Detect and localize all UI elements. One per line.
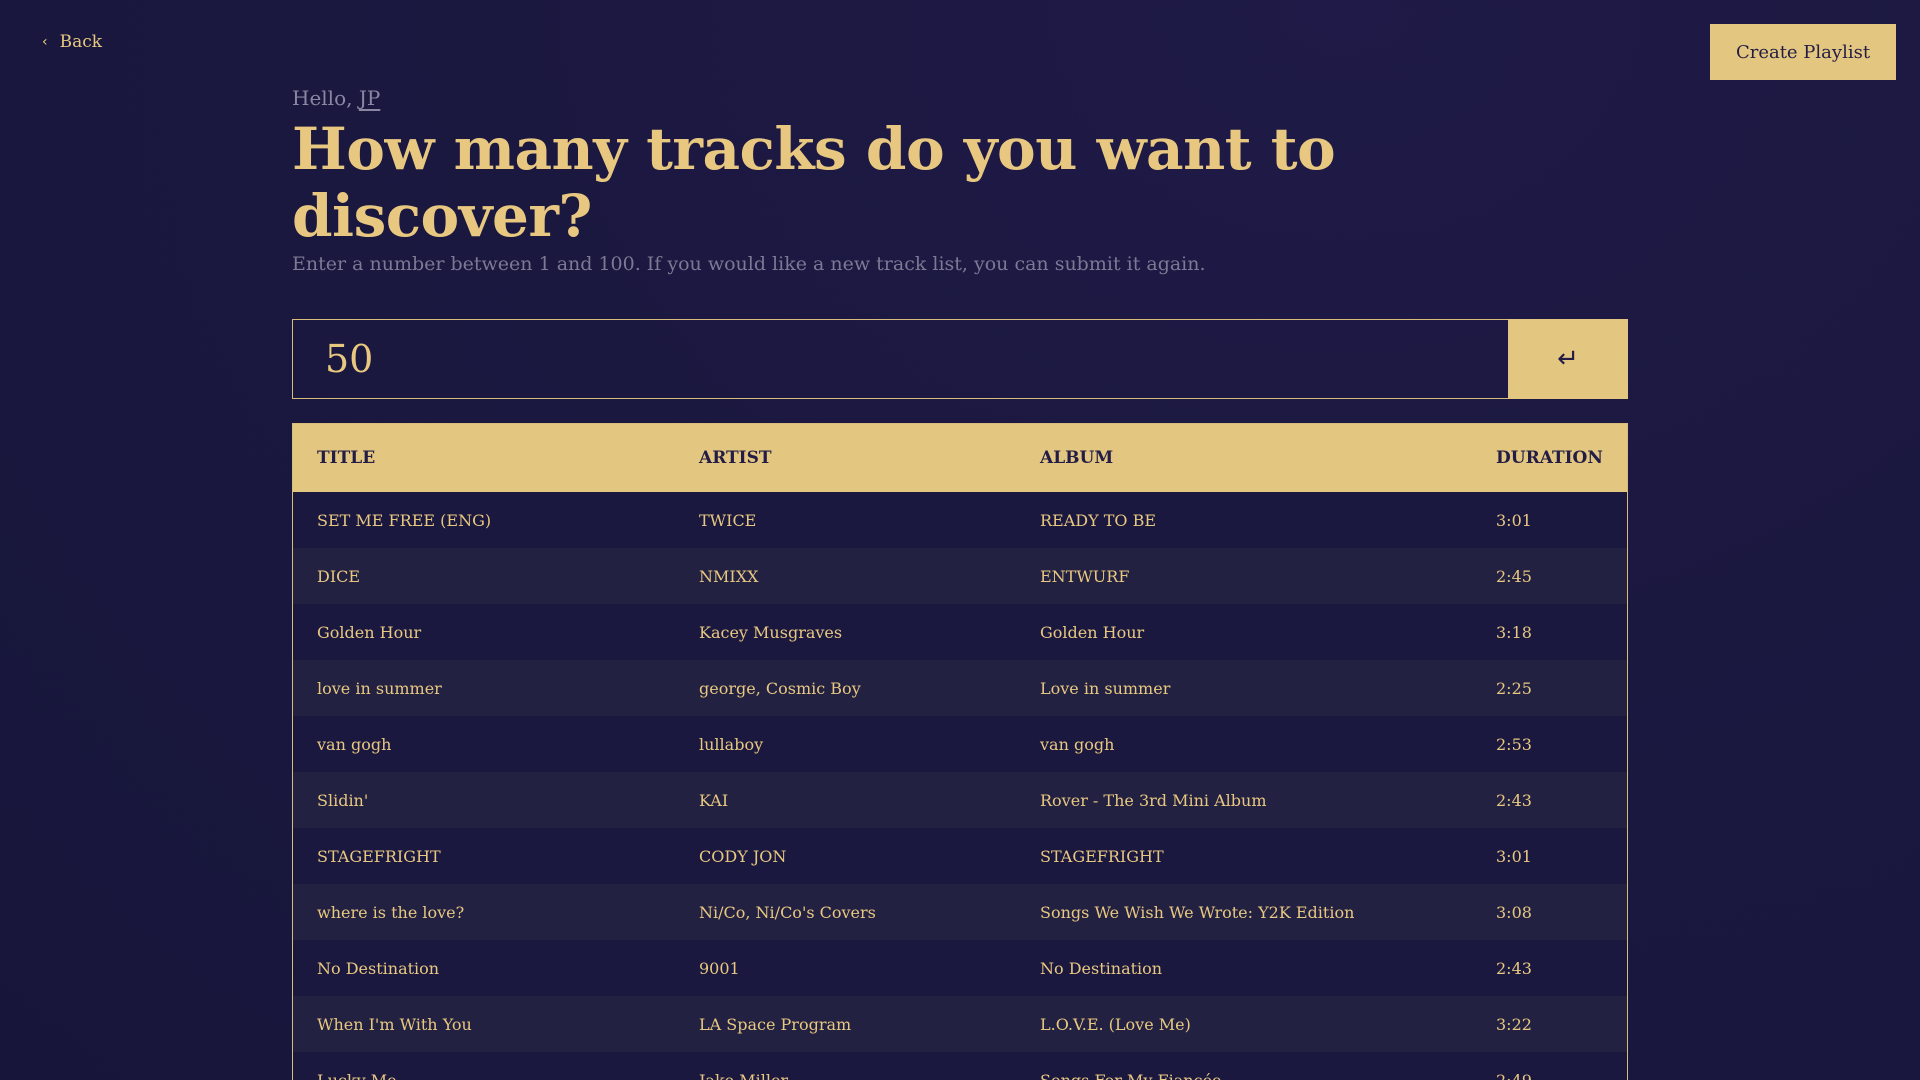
header-artist: ARTIST (699, 448, 772, 469)
cell-duration: 3:22 (1496, 1014, 1532, 1034)
header-duration: DURATION (1496, 448, 1603, 469)
cell-album: STAGEFRIGHT (1040, 846, 1164, 866)
cell-artist: Jake Miller (675, 1052, 1016, 1080)
cell-title: No Destination (317, 958, 440, 978)
back-label: Back (59, 32, 103, 52)
table-row[interactable]: van gogh lullaboy van gogh 2:53 (293, 716, 1627, 773)
table-row[interactable]: When I'm With You LA Space Program L.O.V.E… (293, 996, 1627, 1053)
greeting-prefix: Hello, (292, 86, 359, 110)
table-row[interactable]: STAGEFRIGHT CODY JON STAGEFRIGHT 3:01 (293, 828, 1627, 885)
table-row[interactable]: SET ME FREE (ENG) TWICE READY TO BE 3:01 (293, 492, 1627, 549)
cell-album: Songs For My Fiancée (1016, 1052, 1472, 1080)
main-content: Hello, JP How many tracks do you want to… (292, 86, 1628, 1080)
track-count-form: ↵ (292, 319, 1628, 400)
cell-artist: LA Space Program (699, 1014, 852, 1034)
table-body: SET ME FREE (ENG) TWICE READY TO BE 3:01 DIC… (293, 492, 1627, 1080)
cell-duration: 2:25 (1496, 678, 1532, 698)
create-playlist-button[interactable]: Create Playlist (1710, 24, 1896, 80)
cell-album: No Destination (1040, 958, 1163, 978)
page-subtitle: Enter a number between 1 and 100. If you… (292, 253, 1206, 276)
cell-title: where is the love? (317, 902, 465, 922)
table-row[interactable]: where is the love? Ni/Co, Ni/Co's Covers S… (293, 884, 1627, 941)
cell-title: Golden Hour (317, 622, 422, 642)
greeting: Hello, JP (292, 86, 1628, 110)
submit-button[interactable]: ↵ (1508, 319, 1628, 400)
cell-album: Songs We Wish We Wrote: Y2K Edition (1040, 902, 1355, 922)
header-album: ALBUM (1040, 448, 1114, 469)
cell-album: ENTWURF (1040, 566, 1130, 586)
cell-artist: KAI (699, 790, 729, 810)
cell-duration: 2:45 (1496, 566, 1532, 586)
cell-artist: 9001 (699, 958, 740, 978)
cell-title: DICE (317, 566, 361, 586)
table-row[interactable]: DICE NMIXX ENTWURF 2:45 (293, 548, 1627, 605)
cell-album: Rover - The 3rd Mini Album (1040, 790, 1267, 810)
cell-artist: Ni/Co, Ni/Co's Covers (699, 902, 876, 922)
cell-title: When I'm With You (317, 1014, 472, 1034)
cell-album: READY TO BE (1040, 510, 1157, 530)
table-header-row: TITLE ARTIST ALBUM DURATION (293, 424, 1627, 493)
tracks-table: TITLE ARTIST ALBUM DURATION SET ME FREE … (292, 423, 1628, 1080)
back-link[interactable]: ‹ Back (42, 32, 102, 52)
cell-title: STAGEFRIGHT (317, 846, 441, 866)
cell-artist: george, Cosmic Boy (699, 678, 861, 698)
cell-artist: Kacey Musgraves (699, 622, 843, 642)
cell-duration: 2:53 (1496, 734, 1532, 754)
cell-duration: 3:08 (1496, 902, 1532, 922)
cell-title: van gogh (317, 734, 392, 754)
table-row[interactable]: love in summer george, Cosmic Boy Love in … (293, 660, 1627, 717)
page-title: How many tracks do you want to discover? (292, 115, 1336, 250)
table-row[interactable]: Slidin' KAI Rover - The 3rd Mini Album 2:43 (293, 772, 1627, 829)
header-title: TITLE (317, 448, 376, 469)
table-row[interactable]: Golden Hour Kacey Musgraves Golden Hour 3:1… (293, 604, 1627, 661)
greeting-user[interactable]: JP (359, 86, 380, 110)
cell-album: L.O.V.E. (Love Me) (1040, 1014, 1191, 1034)
cell-title: Lucky Me (293, 1052, 675, 1080)
cell-duration: 2:49 (1472, 1052, 1627, 1080)
track-count-input[interactable] (292, 319, 1508, 400)
cell-title: SET ME FREE (ENG) (317, 510, 492, 530)
cell-artist: lullaboy (699, 734, 764, 754)
table-row[interactable]: No Destination 9001 No Destination 2:43 (293, 940, 1627, 997)
cell-artist: NMIXX (699, 566, 759, 586)
cell-duration: 3:01 (1496, 510, 1532, 530)
cell-title: love in summer (317, 678, 442, 698)
table-row[interactable]: Lucky MeJake MillerSongs For My Fiancée2… (293, 1052, 1627, 1080)
chevron-left-icon: ‹ (42, 34, 48, 50)
cell-album: van gogh (1040, 734, 1115, 754)
return-enter-icon: ↵ (1557, 344, 1579, 375)
cell-duration: 3:01 (1496, 846, 1532, 866)
cell-album: Love in summer (1040, 678, 1171, 698)
cell-artist: CODY JON (699, 846, 787, 866)
cell-album: Golden Hour (1040, 622, 1145, 642)
cell-title: Slidin' (317, 790, 369, 810)
cell-duration: 2:43 (1496, 958, 1532, 978)
cell-duration: 2:43 (1496, 790, 1532, 810)
cell-duration: 3:18 (1496, 622, 1532, 642)
cell-artist: TWICE (699, 510, 757, 530)
